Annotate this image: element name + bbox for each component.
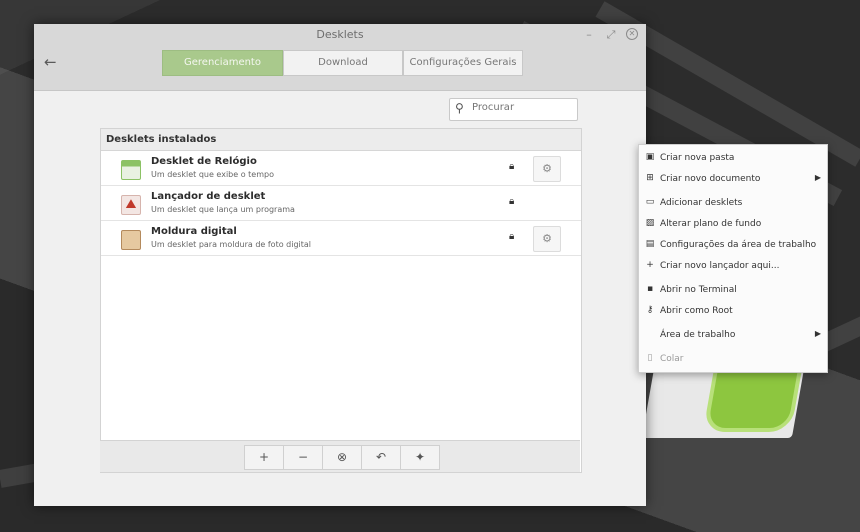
menu-item-label: Área de trabalho (660, 330, 736, 340)
list-header: Desklets instalados (101, 129, 581, 151)
menu-item-alterar-plano-de-fundo[interactable]: ▨ Alterar plano de fundo (639, 215, 827, 233)
submenu-arrow-icon: ▶ (814, 173, 821, 182)
lock-icon: 🔒︎ (509, 231, 515, 242)
minimize-button[interactable]: – (582, 28, 596, 42)
desklet-name: Moldura digital (151, 226, 237, 237)
tab-gerenciamento[interactable]: Gerenciamento (162, 50, 283, 76)
photo-frame-desklet-icon (121, 230, 141, 250)
submenu-arrow-icon: ▶ (814, 329, 821, 338)
list-item[interactable]: Moldura digital Um desklet para moldura … (101, 221, 581, 256)
search-box[interactable]: ⚲ (449, 98, 578, 121)
menu-item-label: Criar nova pasta (660, 153, 735, 163)
list-toolbar: + − ⊗ ↶ ✦ (100, 440, 580, 472)
list-item[interactable]: ⛰ Lançador de desklet Um desklet que lan… (101, 186, 581, 221)
undo-button[interactable]: ↶ (361, 445, 401, 470)
wrench-icon: ⚙ (542, 232, 552, 245)
menu-item-label: Configurações da área de trabalho (660, 240, 817, 250)
desklet-add-icon: ▭ (645, 197, 655, 207)
wrench-icon: ⚙ (542, 162, 552, 175)
context-menu: ▣ Criar nova pasta ⊞ Criar novo document… (638, 144, 828, 373)
desklet-description: Um desklet que exibe o tempo (151, 170, 274, 179)
menu-item-criar-novo-documento[interactable]: ⊞ Criar novo documento ▶ (639, 170, 827, 188)
tab-bar: Gerenciamento Download Configurações Ger… (162, 50, 523, 76)
desklet-list-panel: Desklets instalados Desklet de Relógio U… (100, 128, 582, 473)
add-button[interactable]: + (244, 445, 284, 470)
menu-item-area-de-trabalho[interactable]: Área de trabalho ▶ (639, 326, 827, 344)
desklet-name: Lançador de desklet (151, 191, 266, 202)
configure-button[interactable]: ⚙ (533, 226, 561, 252)
plus-icon: + (646, 260, 654, 270)
menu-item-label: Colar (660, 354, 684, 364)
search-input[interactable] (470, 101, 574, 114)
menu-item-adicionar-desklets[interactable]: ▭ Adicionar desklets (639, 194, 827, 212)
search-icon: ⚲ (455, 101, 464, 115)
list-item[interactable]: Desklet de Relógio Um desklet que exibe … (101, 151, 581, 186)
desklet-description: Um desklet que lança um programa (151, 205, 295, 214)
document-new-icon: ⊞ (646, 173, 654, 183)
menu-item-label: Criar novo lançador aqui... (660, 261, 780, 271)
menu-item-configuracoes-area-de-trabalho[interactable]: ▤ Configurações da área de trabalho (639, 236, 827, 254)
window-title: Desklets (316, 28, 364, 41)
tab-configuracoes-gerais[interactable]: Configurações Gerais (403, 50, 523, 76)
desktop-settings-icon: ▤ (645, 239, 655, 249)
paste-icon: ▯ (647, 353, 653, 363)
menu-item-label: Criar novo documento (660, 174, 761, 184)
desklets-window: Desklets – ⤢ ✕ ← Gerenciamento Download … (34, 24, 646, 506)
menu-item-abrir-como-root[interactable]: ⚷ Abrir como Root (639, 302, 827, 320)
back-arrow-icon[interactable]: ← (44, 53, 57, 71)
tab-download[interactable]: Download (283, 50, 403, 76)
desklet-name: Desklet de Relógio (151, 156, 257, 167)
menu-item-label: Abrir como Root (660, 306, 733, 316)
clear-button[interactable]: ⊗ (322, 445, 362, 470)
more-button[interactable]: ✦ (400, 445, 440, 470)
lock-icon: 🔒︎ (509, 196, 515, 207)
menu-item-colar: ▯ Colar (639, 350, 827, 368)
folder-new-icon: ▣ (645, 152, 655, 162)
menu-item-label: Alterar plano de fundo (660, 219, 762, 229)
launcher-desklet-icon: ⛰ (121, 195, 141, 215)
wallpaper-icon: ▨ (645, 218, 655, 228)
titlebar[interactable]: Desklets – ⤢ ✕ ← Gerenciamento Download … (34, 24, 646, 91)
close-button[interactable]: ✕ (626, 28, 638, 40)
clock-desklet-icon (121, 160, 141, 180)
remove-button[interactable]: − (283, 445, 323, 470)
menu-item-label: Abrir no Terminal (660, 285, 737, 295)
menu-item-criar-nova-pasta[interactable]: ▣ Criar nova pasta (639, 149, 827, 167)
key-icon: ⚷ (646, 305, 654, 315)
configure-button[interactable]: ⚙ (533, 156, 561, 182)
lock-icon: 🔒︎ (509, 161, 515, 172)
menu-item-label: Adicionar desklets (660, 198, 743, 208)
terminal-icon: ▪ (646, 284, 654, 294)
maximize-button[interactable]: ⤢ (604, 28, 618, 42)
desklet-description: Um desklet para moldura de foto digital (151, 240, 312, 249)
wallpaper-object (641, 368, 805, 438)
menu-item-abrir-no-terminal[interactable]: ▪ Abrir no Terminal (639, 281, 827, 299)
menu-item-criar-novo-lancador[interactable]: + Criar novo lançador aqui... (639, 257, 827, 275)
